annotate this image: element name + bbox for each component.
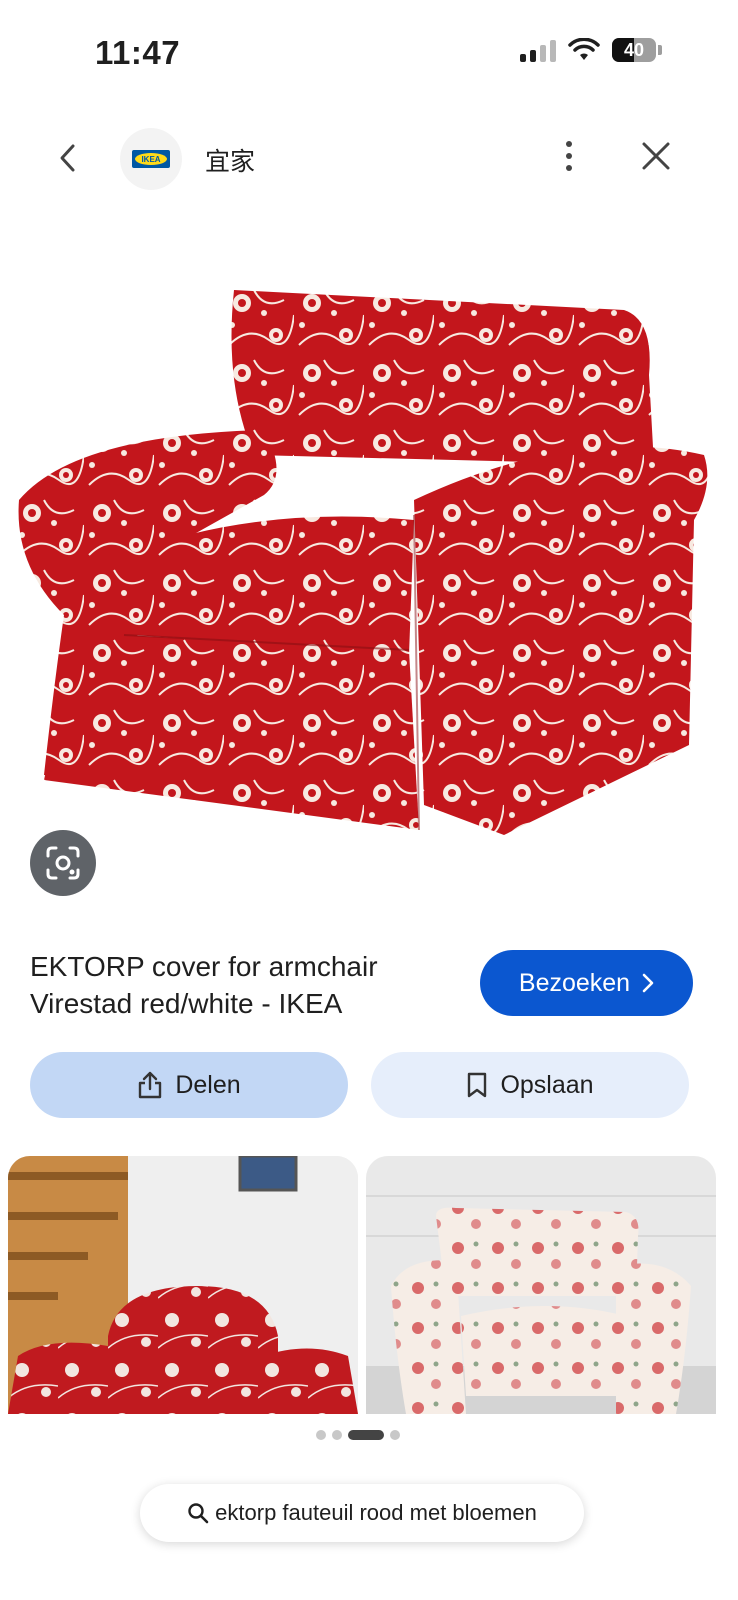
carousel-dot[interactable] [332, 1430, 342, 1440]
search-icon [188, 1503, 209, 1524]
logo-text: IKEA [135, 153, 167, 165]
chevron-right-icon [642, 973, 654, 993]
wifi-icon [568, 38, 600, 60]
result-title-line1: EKTORP cover for armchair [30, 951, 378, 982]
search-query: ektorp fauteuil rood met bloemen [215, 1500, 537, 1525]
header: IKEA 宜家 [0, 120, 738, 200]
result-title-line2: Virestad red/white - IKEA [30, 988, 343, 1019]
status-time: 11:47 [95, 34, 181, 71]
product-image[interactable] [14, 285, 714, 845]
search-query-pill[interactable]: ektorp fauteuil rood met bloemen [140, 1484, 584, 1542]
visit-button[interactable]: Bezoeken [480, 950, 693, 1016]
visit-label: Bezoeken [518, 968, 631, 997]
carousel-dot[interactable] [390, 1430, 400, 1440]
share-label: Delen [175, 1070, 241, 1099]
carousel-dot-active[interactable] [348, 1430, 384, 1440]
share-button[interactable]: Delen [30, 1052, 348, 1118]
battery-icon: 40 [612, 38, 662, 62]
carousel-dots [316, 1430, 400, 1440]
battery-level: 40 [623, 39, 645, 60]
lens-icon [46, 846, 80, 880]
status-icons: 40 [520, 38, 662, 62]
save-label: Opslaan [500, 1070, 594, 1099]
chevron-left-icon [60, 144, 75, 172]
bookmark-icon [468, 1072, 487, 1098]
related-image-1[interactable] [8, 1156, 358, 1414]
signal-icon [520, 38, 556, 62]
save-button[interactable]: Opslaan [371, 1052, 689, 1118]
close-button[interactable] [636, 136, 676, 176]
lens-button[interactable] [30, 830, 96, 896]
more-options-button[interactable] [554, 136, 584, 176]
result-title[interactable]: EKTORP cover for armchair Virestad red/w… [30, 948, 460, 1022]
carousel-dot[interactable] [316, 1430, 326, 1440]
close-icon [642, 142, 670, 170]
site-logo[interactable]: IKEA [120, 128, 182, 190]
related-image-2[interactable] [366, 1156, 716, 1414]
back-button[interactable] [48, 138, 88, 178]
share-icon [139, 1071, 162, 1099]
site-name[interactable]: 宜家 [205, 142, 255, 178]
